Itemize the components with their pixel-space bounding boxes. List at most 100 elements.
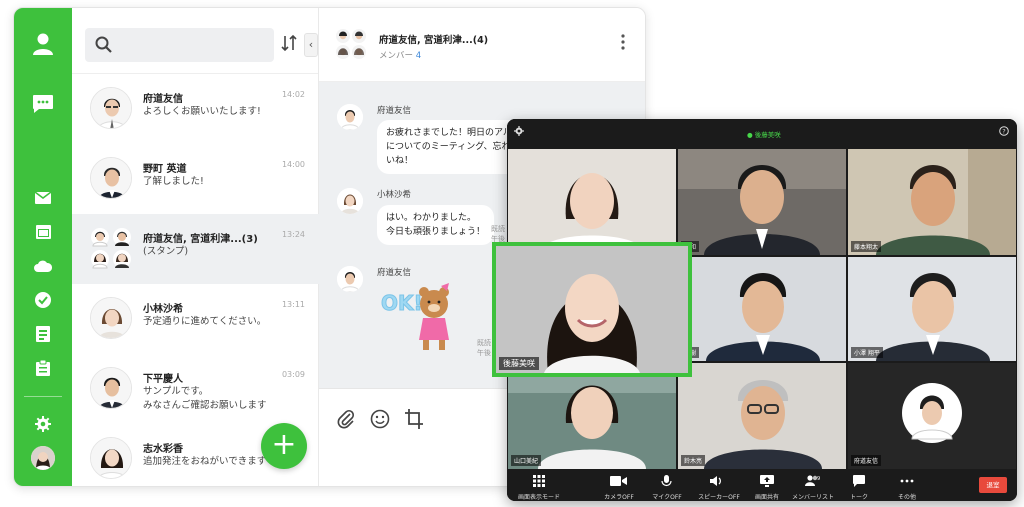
screenshot-stage: ‹ 府道友信 よろしくお願いいたします! 14:02 野町 英道 了解しました!…	[0, 0, 1024, 507]
participant-tile[interactable]	[508, 149, 676, 255]
conversation-time: 13:24	[281, 230, 305, 239]
conversation-preview: よろしくお願いいたします!	[143, 106, 261, 117]
bear-sticker-icon: OK!	[381, 283, 449, 350]
sender-name: 小林沙希	[377, 190, 412, 200]
new-chat-button[interactable]: +	[261, 423, 307, 469]
drive-nav-button[interactable]	[14, 252, 72, 280]
conversation-preview: 予定通りに進めてください。	[143, 316, 267, 327]
chat-icon	[33, 95, 53, 113]
mail-icon	[35, 192, 51, 204]
more-button[interactable]: その他	[895, 472, 919, 501]
conversation-name: 野町 英道	[143, 164, 187, 175]
participant-tile[interactable]: 藤本翔太	[848, 149, 1016, 255]
settings-button[interactable]	[14, 410, 72, 438]
my-avatar[interactable]	[31, 446, 55, 470]
plus-icon: +	[271, 427, 297, 462]
view-mode-button[interactable]: 画面表示モード	[515, 472, 563, 501]
sender-avatar	[337, 104, 363, 130]
conversation-name: 志水彩香	[143, 444, 183, 455]
conversation-time: 03:09	[281, 370, 305, 379]
screen-share-icon	[760, 475, 774, 487]
more-options-icon[interactable]	[621, 34, 625, 50]
list-header: ‹	[72, 8, 318, 74]
group-avatar	[90, 227, 132, 269]
task-nav-button[interactable]	[14, 286, 72, 314]
cloud-icon	[34, 260, 52, 272]
calendar-icon	[35, 225, 51, 239]
participant-tile[interactable]: 山口美紀	[508, 363, 676, 469]
talk-button[interactable]: トーク	[847, 472, 871, 501]
check-icon	[35, 292, 51, 308]
more-icon	[900, 479, 914, 483]
mail-nav-button[interactable]	[14, 184, 72, 212]
nav-rail	[14, 8, 72, 486]
capture-icon[interactable]	[405, 409, 423, 429]
avatar	[90, 367, 132, 409]
participant-name: 府道友信	[851, 455, 882, 466]
calendar-nav-button[interactable]	[14, 218, 72, 246]
chat-members[interactable]: メンバー 4	[379, 49, 421, 61]
sender-name: 府道友信	[377, 268, 412, 278]
screen-share-button[interactable]: 画面共有	[749, 472, 785, 501]
rail-divider	[24, 396, 62, 397]
conversation-row[interactable]: 小林沙希 予定通りに進めてください。 13:11	[72, 284, 319, 354]
mic-off-button[interactable]: マイクOFF	[649, 472, 685, 501]
chat-header: 府道友信, 宮道利津...(4) メンバー 4	[319, 8, 645, 82]
grid-icon	[533, 475, 545, 487]
form-nav-button[interactable]	[14, 320, 72, 348]
sender-avatar	[337, 266, 363, 292]
camera-icon	[610, 476, 627, 486]
active-speaker-tile[interactable]: 後藤美咲	[492, 242, 692, 377]
chat-nav-button[interactable]	[14, 90, 72, 118]
avatar	[90, 297, 132, 339]
attach-icon[interactable]	[337, 409, 355, 429]
participant-tile[interactable]: 英樹	[678, 257, 846, 361]
profile-button[interactable]	[14, 30, 72, 58]
participant-tile[interactable]: 小澤 翔平	[848, 257, 1016, 361]
avatar	[90, 157, 132, 199]
member-list-button[interactable]: 9 メンバーリスト	[791, 472, 835, 501]
video-call-topbar: ● 後藤美咲 ?	[507, 119, 1017, 147]
task-icon	[36, 326, 50, 342]
participant-tile[interactable]: 鈴木亮	[678, 363, 846, 469]
gear-icon[interactable]	[514, 126, 524, 136]
gear-icon	[35, 416, 51, 432]
conversation-row[interactable]: 下平慶人 サンプルです。 みなさんご確認お願いします 03:09	[72, 354, 319, 424]
help-icon[interactable]: ?	[999, 126, 1009, 136]
conversation-list-pane: ‹ 府道友信 よろしくお願いいたします! 14:02 野町 英道 了解しました!…	[72, 8, 319, 486]
speaker-off-button[interactable]: スピーカーOFF	[697, 472, 741, 501]
avatar	[90, 437, 132, 479]
chevron-left-icon: ‹	[308, 38, 314, 51]
leave-call-button[interactable]: 退室	[979, 477, 1007, 493]
sort-button[interactable]	[280, 34, 300, 56]
conversation-time: 14:02	[281, 90, 305, 99]
conversation-row[interactable]: 府道友信 よろしくお願いいたします! 14:02	[72, 74, 319, 144]
participant-name: 後藤美咲	[499, 357, 539, 370]
sender-name: 府道友信	[377, 106, 412, 116]
emoji-icon[interactable]	[370, 409, 390, 429]
conversation-preview: サンプルです。 みなさんご確認お願いします	[143, 386, 267, 411]
members-icon: 9	[805, 475, 820, 486]
conversation-row[interactable]: 野町 英道 了解しました! 14:00	[72, 144, 319, 214]
note-nav-button[interactable]	[14, 354, 72, 382]
participant-tile[interactable]: 府道友信	[848, 363, 1016, 469]
mic-icon: ●	[747, 131, 755, 139]
call-control-bar: 画面表示モード カメラOFF マイクOFF スピーカーOFF 画面共有 9 メン…	[507, 469, 1017, 501]
read-receipt: 既読 午後	[491, 225, 505, 243]
svg-text:?: ?	[1002, 128, 1005, 136]
participant-name: 藤本翔太	[851, 241, 882, 252]
conversation-row[interactable]: 府道友信, 宮道利津...(3) (スタンプ) 13:24	[72, 214, 319, 284]
svg-text:OK!: OK!	[381, 291, 423, 315]
speaker-icon	[710, 476, 721, 486]
participant-tile[interactable]: 大和	[678, 149, 846, 255]
camera-off-button[interactable]: カメラOFF	[599, 472, 639, 501]
conversation-name: 府道友信	[143, 94, 183, 105]
person-icon	[33, 33, 53, 55]
talk-icon	[853, 475, 865, 487]
conversation-name: 下平慶人	[143, 374, 183, 385]
search-input[interactable]	[85, 28, 274, 62]
sticker: OK!	[379, 282, 469, 356]
note-icon	[36, 360, 50, 376]
message-bubble: はい。わかりました。 今日も頑張りましょう！	[377, 205, 495, 245]
collapse-list-button[interactable]: ‹	[304, 33, 318, 57]
